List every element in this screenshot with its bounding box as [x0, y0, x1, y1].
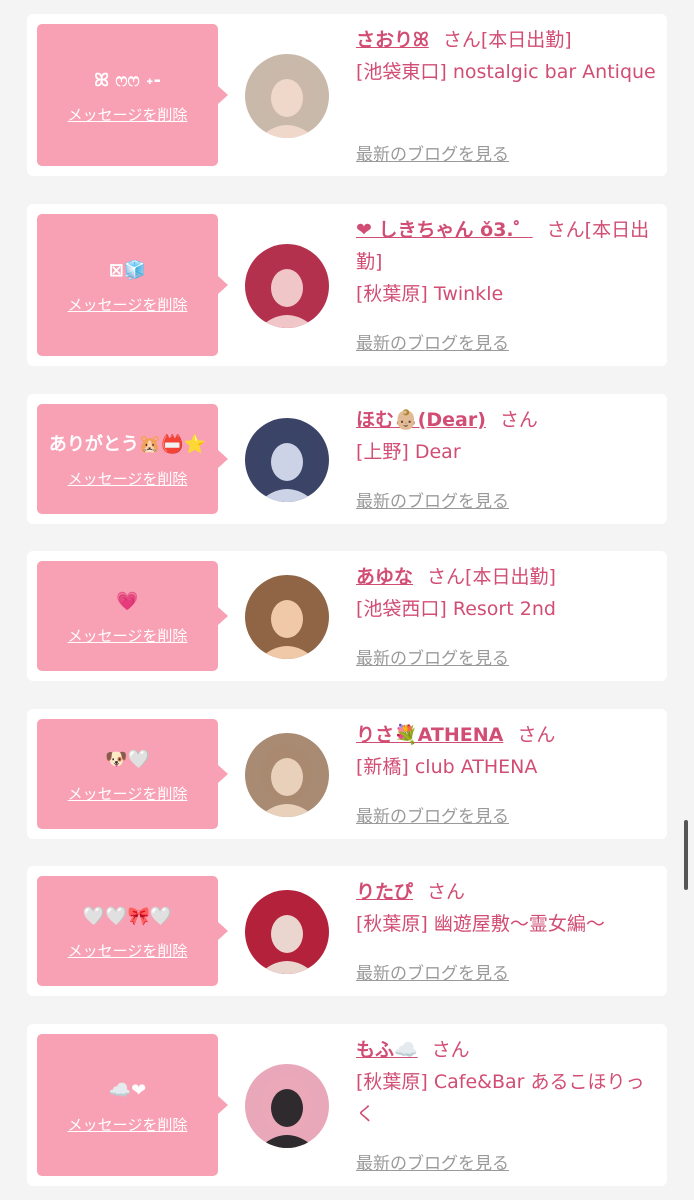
- message-bubble: ありがとう🐹📛⭐ メッセージを削除: [37, 404, 228, 514]
- cast-info: りさ💐ATHENA さん [新橋] club ATHENA: [356, 719, 662, 783]
- delete-message-link[interactable]: メッセージを削除: [68, 468, 188, 489]
- avatar[interactable]: [245, 733, 329, 817]
- message-text: ☁️❤︎: [108, 1079, 147, 1101]
- message-card: 🤍🤍🎀🤍 メッセージを削除 りたぴ さん [秋葉原] 幽遊屋敷〜霊女編〜 最新のブ…: [27, 866, 667, 996]
- message-text: ありがとう🐹📛⭐: [48, 433, 207, 455]
- message-text: 🐶🤍: [105, 748, 150, 770]
- cast-name-link[interactable]: あゆな: [356, 566, 413, 588]
- avatar-image: [245, 244, 329, 328]
- cast-name-link[interactable]: もふ☁️: [356, 1039, 418, 1061]
- avatar-image: [245, 733, 329, 817]
- cast-info: もふ☁️ さん [秋葉原] Cafe&Bar あるこほりっく: [356, 1034, 662, 1130]
- avatar-image: [245, 575, 329, 659]
- cast-status: [本日出勤]: [465, 566, 556, 588]
- cast-honorific: さん: [517, 724, 556, 746]
- message-bubble: ꕤ ෆෆ ˖- メッセージを削除: [37, 24, 228, 166]
- delete-message-link[interactable]: メッセージを削除: [68, 294, 188, 315]
- scrollbar[interactable]: [684, 820, 688, 890]
- avatar-image: [245, 1064, 329, 1148]
- cast-honorific: さん: [546, 219, 585, 241]
- cast-honorific: さん: [427, 566, 466, 588]
- shop-name: [池袋東口] nostalgic bar Antique: [356, 61, 656, 83]
- shop-name: [秋葉原] 幽遊屋敷〜霊女編〜: [356, 913, 605, 935]
- blog-link[interactable]: 最新のブログを見る: [356, 1149, 509, 1174]
- cast-info: りたぴ さん [秋葉原] 幽遊屋敷〜霊女編〜: [356, 876, 662, 940]
- avatar-image: [245, 54, 329, 138]
- message-card: 💗 メッセージを削除 あゆな さん[本日出勤] [池袋西口] Resort 2nd…: [27, 551, 667, 681]
- shop-name: [秋葉原] Twinkle: [356, 283, 504, 305]
- shop-name: [新橋] club ATHENA: [356, 756, 538, 778]
- delete-message-link[interactable]: メッセージを削除: [68, 783, 188, 804]
- message-bubble: 🤍🤍🎀🤍 メッセージを削除: [37, 876, 228, 986]
- cast-honorific: さん: [499, 409, 538, 431]
- delete-message-link[interactable]: メッセージを削除: [68, 940, 188, 961]
- message-text: 🤍🤍🎀🤍: [82, 905, 173, 927]
- blog-link[interactable]: 最新のブログを見る: [356, 959, 509, 984]
- message-text: ⊠🧊: [108, 259, 147, 281]
- blog-link[interactable]: 最新のブログを見る: [356, 329, 509, 354]
- avatar-image: [245, 418, 329, 502]
- cast-info: さおりꕤ さん[本日出勤] [池袋東口] nostalgic bar Antiqu…: [356, 24, 662, 88]
- cast-name-link[interactable]: さおりꕤ: [356, 29, 429, 51]
- message-bubble: ☁️❤︎ メッセージを削除: [37, 1034, 228, 1176]
- cast-name-link[interactable]: りさ💐ATHENA: [356, 724, 503, 746]
- cast-honorific: さん: [427, 881, 466, 903]
- delete-message-link[interactable]: メッセージを削除: [68, 1114, 188, 1135]
- cast-name-link[interactable]: りたぴ: [356, 881, 413, 903]
- blog-link[interactable]: 最新のブログを見る: [356, 140, 509, 165]
- shop-name: [秋葉原] Cafe&Bar あるこほりっく: [356, 1071, 645, 1125]
- delete-message-link[interactable]: メッセージを削除: [68, 625, 188, 646]
- message-card: ⊠🧊 メッセージを削除 ❤︎ しきちゃん ǒ3.゜ さん[本日出勤] [秋葉原] …: [27, 204, 667, 366]
- cast-honorific: さん: [442, 29, 481, 51]
- avatar[interactable]: [245, 418, 329, 502]
- cast-info: あゆな さん[本日出勤] [池袋西口] Resort 2nd: [356, 561, 662, 625]
- blog-link[interactable]: 最新のブログを見る: [356, 644, 509, 669]
- message-bubble: ⊠🧊 メッセージを削除: [37, 214, 228, 356]
- message-card: 🐶🤍 メッセージを削除 りさ💐ATHENA さん [新橋] club ATHENA…: [27, 709, 667, 839]
- cast-info: ❤︎ しきちゃん ǒ3.゜ さん[本日出勤] [秋葉原] Twinkle: [356, 214, 662, 310]
- message-bubble: 🐶🤍 メッセージを削除: [37, 719, 228, 829]
- message-bubble: 💗 メッセージを削除: [37, 561, 228, 671]
- cast-honorific: さん: [431, 1039, 470, 1061]
- cast-name-link[interactable]: ほむ👶🏼(Dear): [356, 409, 486, 431]
- message-card: ありがとう🐹📛⭐ メッセージを削除 ほむ👶🏼(Dear) さん [上野] Dear…: [27, 394, 667, 524]
- blog-link[interactable]: 最新のブログを見る: [356, 802, 509, 827]
- shop-name: [池袋西口] Resort 2nd: [356, 598, 556, 620]
- cast-status: [本日出勤]: [480, 29, 572, 51]
- avatar[interactable]: [245, 890, 329, 974]
- avatar-image: [245, 890, 329, 974]
- delete-message-link[interactable]: メッセージを削除: [68, 104, 188, 125]
- avatar[interactable]: [245, 575, 329, 659]
- message-text: ꕤ ෆෆ ˖-: [94, 69, 161, 91]
- cast-name-link[interactable]: ❤︎ しきちゃん ǒ3.゜: [356, 219, 533, 241]
- message-card: ꕤ ෆෆ ˖- メッセージを削除 さおりꕤ さん[本日出勤] [池袋東口] nos…: [27, 14, 667, 176]
- cast-info: ほむ👶🏼(Dear) さん [上野] Dear: [356, 404, 662, 468]
- avatar[interactable]: [245, 244, 329, 328]
- message-card: ☁️❤︎ メッセージを削除 もふ☁️ さん [秋葉原] Cafe&Bar あるこほ…: [27, 1024, 667, 1186]
- shop-name: [上野] Dear: [356, 441, 461, 463]
- message-text: 💗: [116, 590, 139, 612]
- blog-link[interactable]: 最新のブログを見る: [356, 487, 509, 512]
- avatar[interactable]: [245, 1064, 329, 1148]
- avatar[interactable]: [245, 54, 329, 138]
